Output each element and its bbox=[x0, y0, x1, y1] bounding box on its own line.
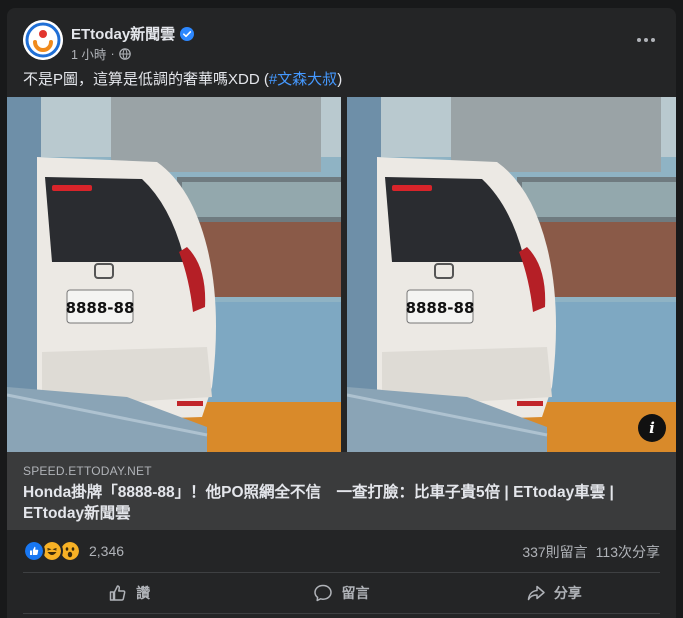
link-title: Honda掛牌「8888-88」！他PO照網全不信 一查打臉：比車子貴5倍 | … bbox=[23, 484, 619, 522]
comment-count[interactable]: 337則留言 bbox=[522, 542, 587, 562]
like-reaction-icon bbox=[23, 540, 45, 562]
like-button[interactable]: 讚 bbox=[23, 574, 235, 612]
post-stats: 2,346 337則留言 113次分享 bbox=[23, 540, 660, 562]
share-label: 分享 bbox=[553, 585, 582, 601]
ad-info-button[interactable]: i bbox=[638, 414, 666, 442]
plate-right: 8888-88 bbox=[406, 299, 475, 317]
verified-badge-icon bbox=[180, 26, 195, 41]
engagement-counts: 337則留言 113次分享 bbox=[522, 542, 660, 562]
post-card: ETtoday新聞雲 1 小時 · 不是P圖，這算是低調的奢華嗎XDD (#文森… bbox=[7, 8, 676, 618]
comment-bubble-icon bbox=[314, 584, 333, 602]
post-image[interactable]: 8888-88 8888-88 i bbox=[7, 97, 676, 452]
post-caption: 不是P圖，這算是低調的奢華嗎XDD (#文森大叔) bbox=[23, 68, 342, 89]
link-preview[interactable]: SPEED.ETTODAY.NET Honda掛牌「8888-88」！他PO照網… bbox=[7, 452, 676, 530]
reactions-summary[interactable]: 2,346 bbox=[23, 540, 124, 562]
share-count[interactable]: 113次分享 bbox=[596, 542, 660, 562]
action-bar: 讚 留言 分享 bbox=[23, 574, 660, 612]
page-name-row: ETtoday新聞雲 bbox=[71, 23, 195, 44]
like-label: 讚 bbox=[136, 585, 151, 601]
divider-top bbox=[23, 572, 660, 573]
caption-hashtag[interactable]: #文森大叔 bbox=[269, 71, 337, 88]
share-arrow-icon bbox=[527, 585, 545, 601]
share-button[interactable]: 分享 bbox=[448, 574, 660, 612]
post-meta: 1 小時 · bbox=[71, 44, 131, 63]
comment-label: 留言 bbox=[341, 585, 370, 601]
link-domain: SPEED.ETTODAY.NET bbox=[23, 464, 152, 478]
thumbs-up-icon bbox=[109, 585, 126, 601]
post-header: ETtoday新聞雲 1 小時 · bbox=[23, 20, 664, 63]
more-options-button[interactable] bbox=[632, 26, 660, 54]
post-time[interactable]: 1 小時 bbox=[71, 44, 106, 63]
globe-icon bbox=[118, 47, 131, 60]
ettoday-logo-icon bbox=[23, 20, 63, 60]
info-icon: i bbox=[649, 419, 655, 437]
reaction-count: 2,346 bbox=[89, 543, 125, 559]
page-avatar[interactable] bbox=[23, 20, 63, 60]
car-photo: 8888-88 8888-88 bbox=[7, 97, 676, 452]
page-name[interactable]: ETtoday新聞雲 bbox=[71, 23, 175, 44]
caption-text: 不是P圖，這算是低調的奢華嗎XDD ( bbox=[23, 71, 269, 88]
more-dots-icon bbox=[637, 38, 655, 42]
comment-button[interactable]: 留言 bbox=[235, 574, 447, 612]
plate-left: 8888-88 bbox=[66, 299, 135, 317]
divider-bottom bbox=[23, 613, 660, 614]
caption-end: ) bbox=[337, 71, 343, 88]
meta-separator: · bbox=[110, 46, 115, 61]
